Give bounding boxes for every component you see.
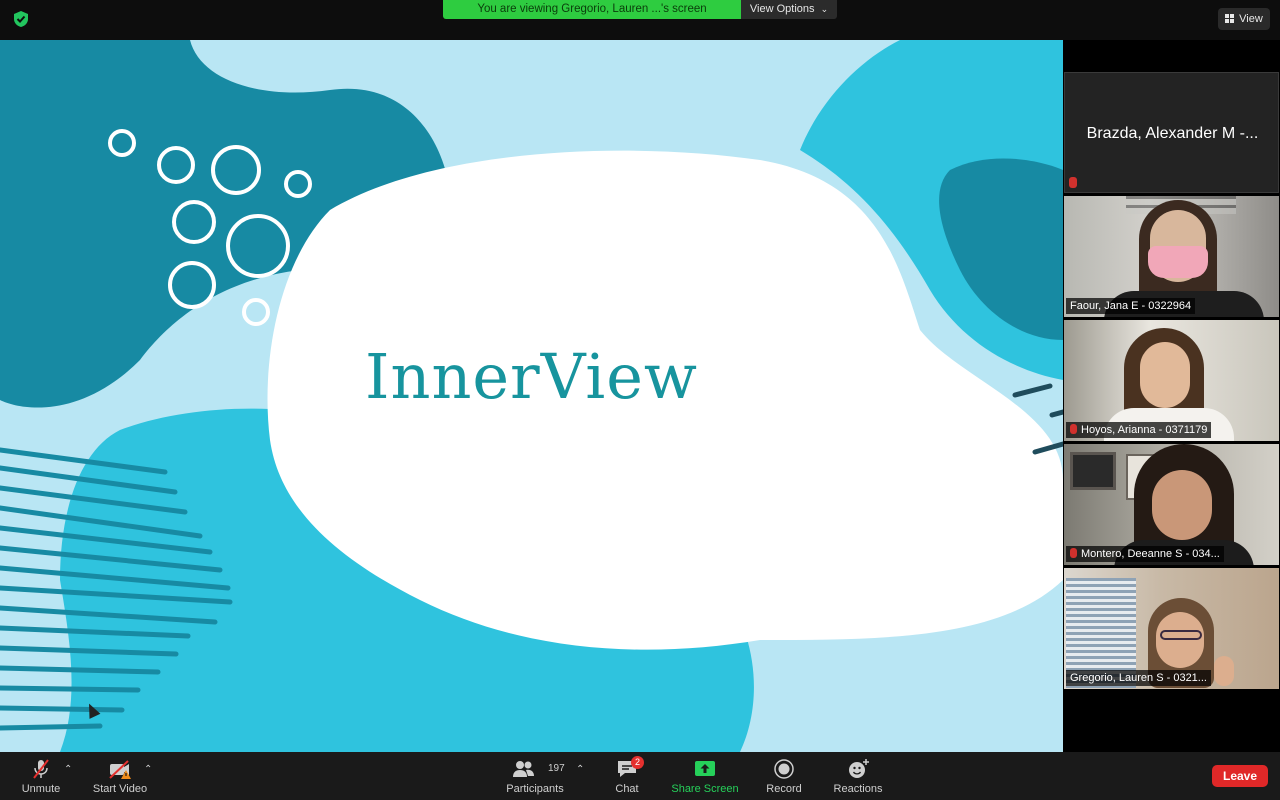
record-button[interactable]: Record (760, 752, 808, 800)
chevron-up-icon[interactable]: ⌃ (576, 764, 584, 775)
view-button-label: View (1239, 13, 1263, 25)
grid-icon (1225, 14, 1235, 23)
participant-name: Gregorio, Lauren S - 0321... (1066, 670, 1211, 686)
reactions-label: Reactions (833, 783, 883, 795)
viewing-screen-banner: You are viewing Gregorio, Lauren ...'s s… (443, 0, 741, 19)
view-options-label: View Options (749, 3, 815, 15)
participants-count: 197 (548, 763, 565, 774)
chevron-up-icon[interactable]: ⌃ (144, 764, 152, 775)
chat-button[interactable]: 2 Chat (604, 752, 650, 800)
slide-title: InnerView (365, 340, 698, 413)
microphone-muted-icon (1070, 424, 1077, 434)
participant-name: Faour, Jana E - 0322964 (1066, 298, 1196, 314)
participant-name: Montero, Deeanne S - 034... (1066, 546, 1224, 562)
participants-icon (512, 761, 534, 777)
participant-tile[interactable]: Faour, Jana E - 0322964 (1064, 196, 1279, 317)
microphone-muted-icon (1069, 177, 1077, 188)
view-button[interactable]: View (1218, 8, 1270, 30)
unmute-button[interactable]: Unmute (14, 752, 68, 800)
chevron-down-icon: ⌄ (820, 4, 829, 14)
share-screen-label: Share Screen (671, 783, 739, 795)
leave-button[interactable]: Leave (1212, 765, 1268, 787)
participant-tile-active-speaker[interactable]: Gregorio, Lauren S - 0321... (1064, 568, 1279, 689)
participant-tile[interactable]: Montero, Deeanne S - 034... (1064, 444, 1279, 565)
chat-unread-badge: 2 (631, 756, 644, 769)
reactions-button[interactable]: Reactions (828, 752, 888, 800)
shield-icon[interactable] (12, 10, 30, 28)
chevron-up-icon[interactable]: ⌃ (64, 764, 72, 775)
top-bar: You are viewing Gregorio, Lauren ...'s s… (0, 0, 1280, 40)
reactions-icon (849, 759, 869, 778)
start-video-label: Start Video (92, 783, 148, 795)
meeting-toolbar: Unmute ⌃ Start Video ⌃ 197 Participants … (0, 752, 1280, 800)
microphone-muted-icon (33, 759, 49, 779)
record-icon (774, 759, 794, 779)
chat-label: Chat (615, 783, 639, 795)
microphone-muted-icon (1070, 548, 1077, 558)
share-screen-icon (695, 761, 715, 776)
camera-off-icon (109, 760, 131, 779)
participant-tile[interactable]: Brazda, Alexander M -... (1064, 72, 1279, 193)
participant-gallery: Brazda, Alexander M -... Faour, Jana E -… (1063, 71, 1280, 690)
shared-screen: InnerView (0, 40, 1063, 752)
participant-name: Hoyos, Arianna - 0371179 (1066, 422, 1212, 438)
participant-tile[interactable]: Hoyos, Arianna - 0371179 (1064, 320, 1279, 441)
unmute-label: Unmute (21, 783, 61, 795)
participants-button[interactable]: 197 Participants (500, 752, 570, 800)
record-label: Record (766, 783, 802, 795)
view-options-button[interactable]: View Options ⌄ (741, 0, 837, 19)
share-screen-button[interactable]: Share Screen (668, 752, 742, 800)
participant-name: Brazda, Alexander M -... (1086, 125, 1259, 142)
start-video-button[interactable]: Start Video (88, 752, 152, 800)
participants-label: Participants (506, 783, 564, 795)
